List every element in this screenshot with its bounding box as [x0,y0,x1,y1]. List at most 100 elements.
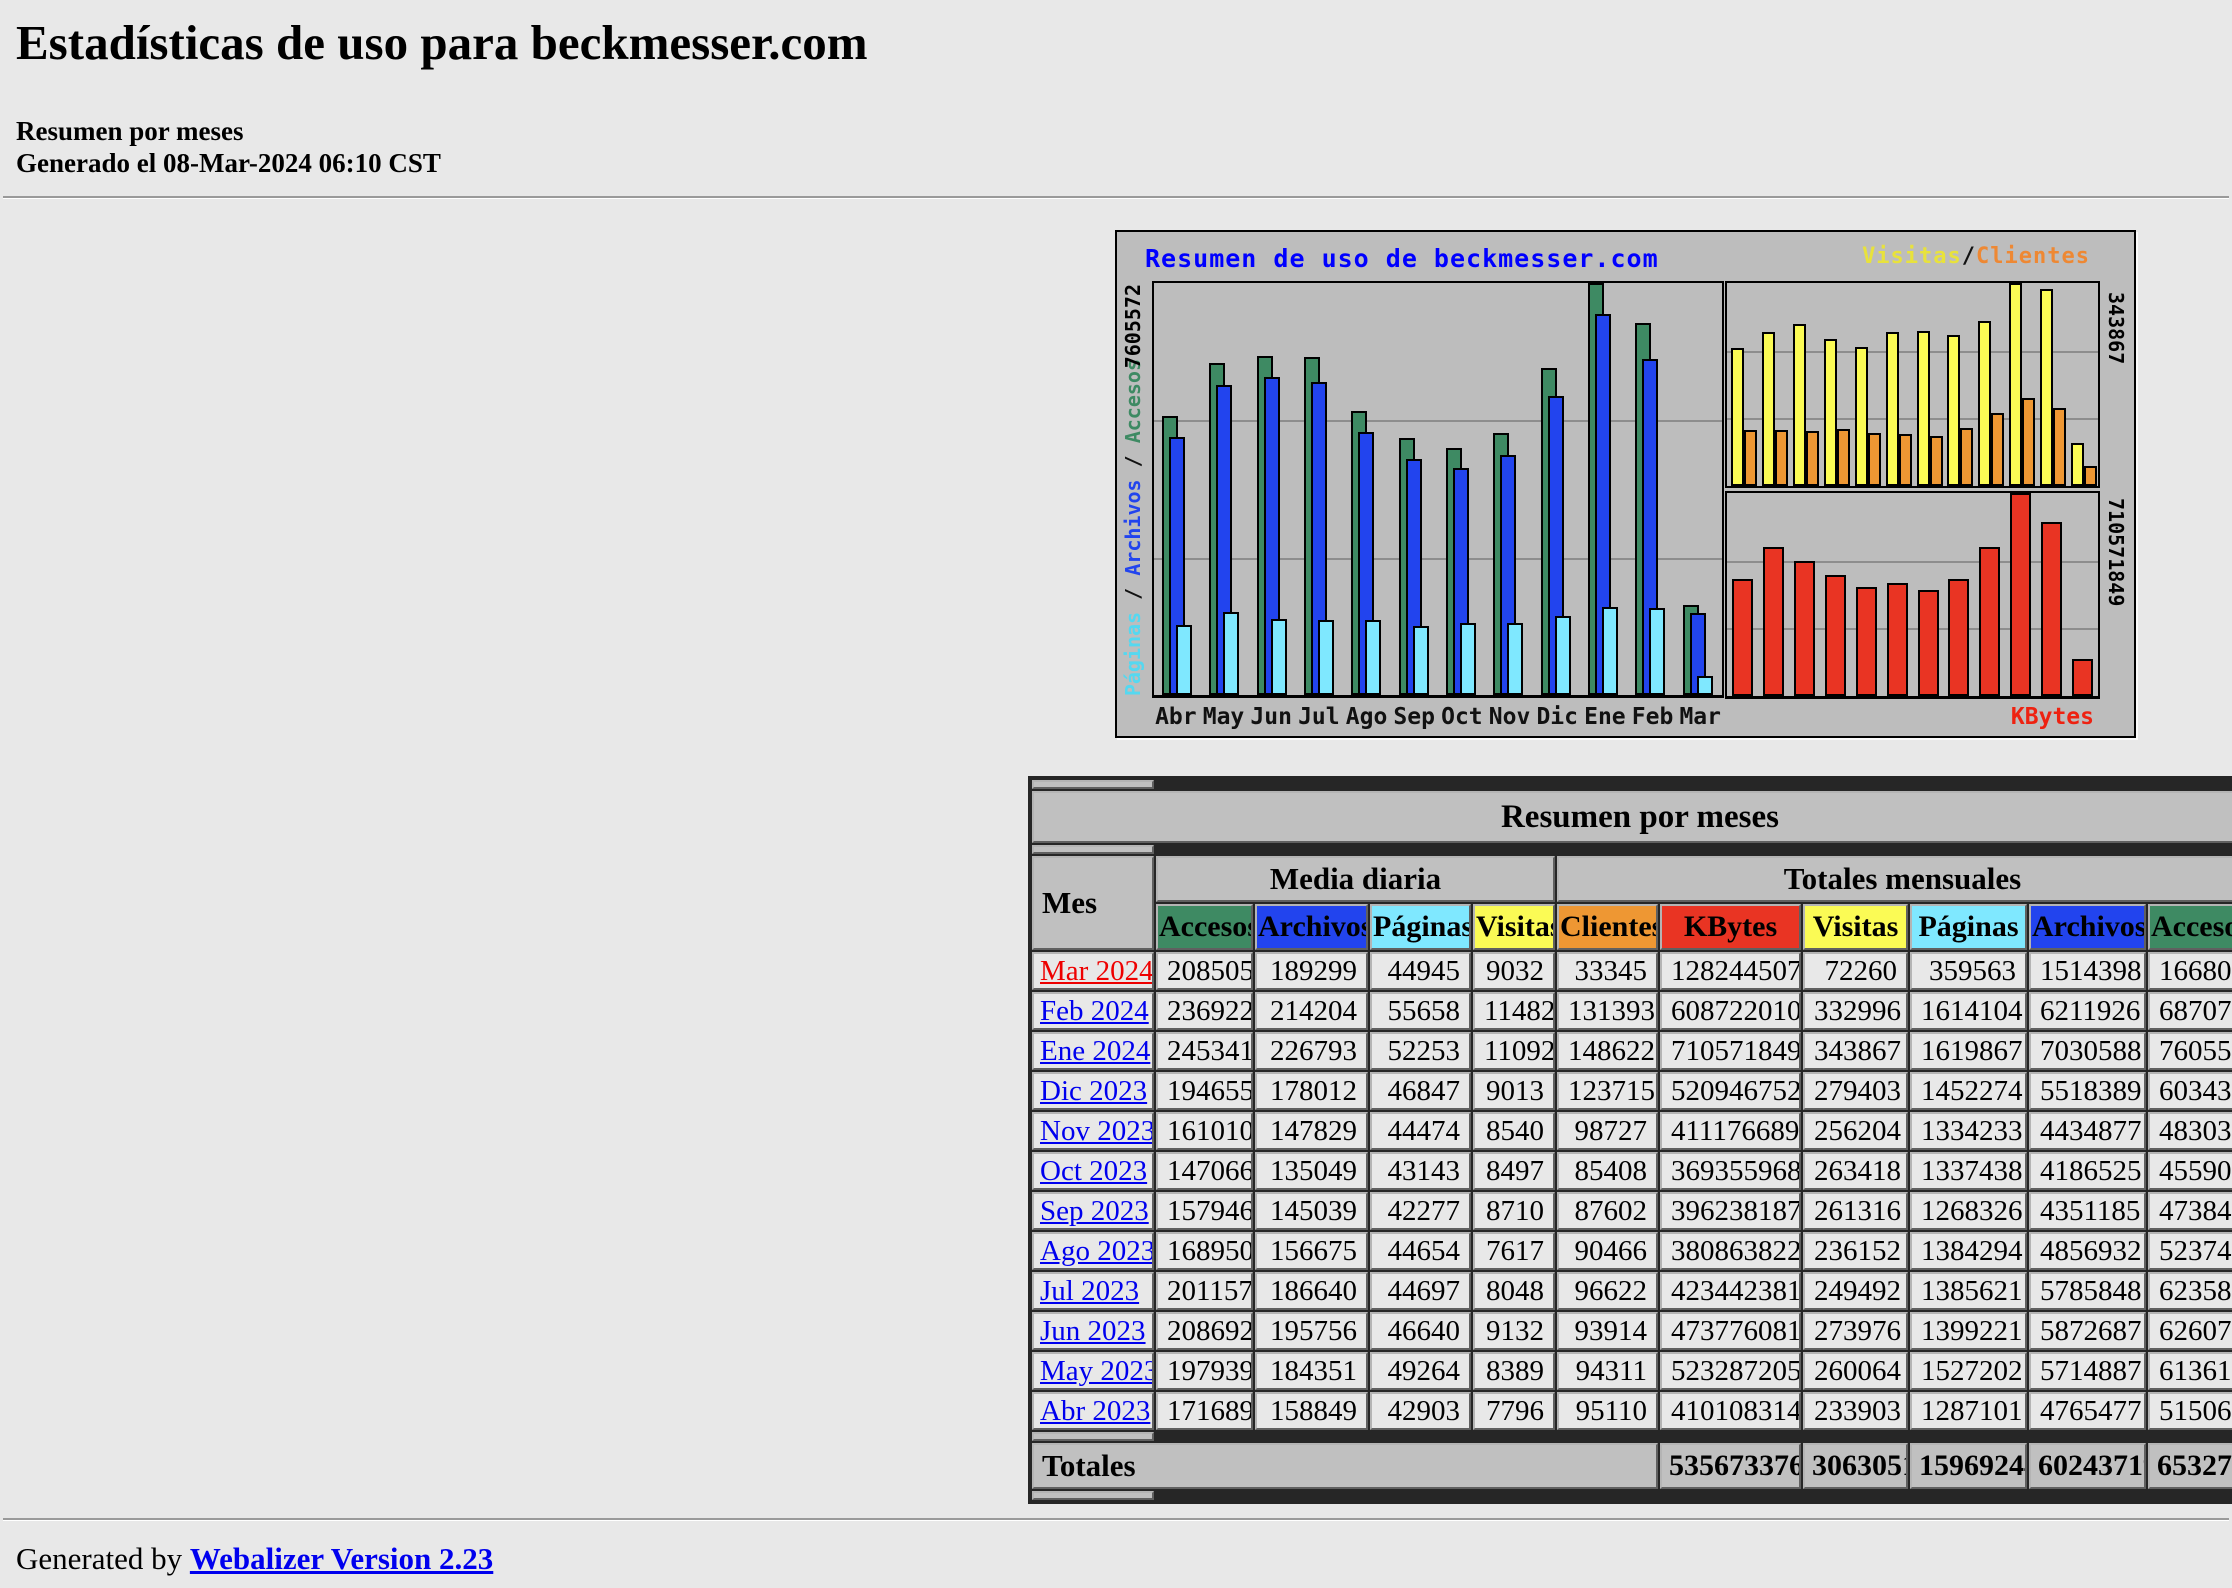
bar-clientes [1960,428,1973,486]
cell-visitas: 332996 [1803,992,1908,1030]
column-header-archivos: Archivos [2029,904,2146,950]
cell-páginas: 1268326 [1910,1192,2027,1230]
cell-visitas: 236152 [1803,1232,1908,1270]
month-link[interactable]: Dic 2023 [1040,1075,1147,1107]
cell-kbytes: 128244507 [1660,952,1801,990]
cell-accesos: 6136115 [2148,1352,2232,1390]
bar-kbytes [1794,561,1815,696]
cell-visitas: 343867 [1803,1032,1908,1070]
month-link[interactable]: Mar 2024 [1040,955,1154,987]
cell-visitas: 273976 [1803,1312,1908,1350]
bar-paginas [1365,620,1381,695]
cell-páginas: 42277 [1370,1192,1471,1230]
cell-visitas: 7796 [1473,1392,1555,1430]
table-row: Ago 202316895015667544654761790466380863… [1032,1232,2232,1270]
cell-kbytes: 411176689 [1660,1112,1801,1150]
month-tick-label: May [1200,704,1248,730]
report-meta: Resumen por meses Generado el 08-Mar-202… [16,115,2216,180]
bar-clientes [1868,433,1881,486]
cell-visitas: 8048 [1473,1272,1555,1310]
cell-accesos: 201157 [1156,1272,1253,1310]
cell-accesos: 157946 [1156,1192,1253,1230]
month-tick-label: Dic [1533,704,1581,730]
cell-páginas: 44945 [1370,952,1471,990]
cell-visitas: 9032 [1473,952,1555,990]
month-link[interactable]: Abr 2023 [1040,1395,1150,1427]
month-link[interactable]: Sep 2023 [1040,1195,1149,1227]
bar-visitas [1793,324,1806,486]
cell-páginas: 1619867 [1910,1032,2027,1070]
bottom-divider [3,1518,2229,1521]
cell-clientes: 90466 [1557,1232,1658,1270]
column-header-visitas: Visitas [1803,904,1908,950]
cell-kbytes: 608722010 [1660,992,1801,1030]
cell-archivos: 4186525 [2029,1152,2146,1190]
column-header-archivos: Archivos [1255,904,1368,950]
month-link[interactable]: Ene 2024 [1040,1035,1150,1067]
cell-archivos: 4351185 [2029,1192,2146,1230]
webalizer-version-link[interactable]: Webalizer Version 2.23 [190,1541,493,1576]
cell-páginas: 1399221 [1910,1312,2027,1350]
usage-summary-graph: Resumen de uso de beckmesser.com Visitas… [1115,230,2136,738]
month-tick-label: Sep [1390,704,1438,730]
cell-archivos: 156675 [1255,1232,1368,1270]
cell-accesos: 197939 [1156,1352,1253,1390]
group-header-totales-mensuales: Totales mensuales [1557,856,2232,902]
month-link[interactable]: Oct 2023 [1040,1155,1147,1187]
group-header-media-diaria: Media diaria [1156,856,1555,902]
month-link[interactable]: Feb 2024 [1040,995,1149,1027]
right-top-axis-max: 343867 [2104,292,2128,364]
table-row: May 202319793918435149264838994311523287… [1032,1352,2232,1390]
bar-visitas [1947,335,1960,486]
cell-visitas: 8389 [1473,1352,1555,1390]
bar-kbytes [1825,575,1846,696]
month-link[interactable]: May 2023 [1040,1355,1154,1387]
axis-paginas-label: Páginas [1121,612,1145,696]
bar-clientes [1991,413,2004,486]
cell-páginas: 1384294 [1910,1232,2027,1270]
cell-páginas: 1527202 [1910,1352,2027,1390]
bar-kbytes [1918,590,1939,696]
month-tick-label: Feb [1629,704,1677,730]
bar-kbytes [2010,493,2031,696]
bar-clientes [1744,430,1757,486]
cell-visitas: 260064 [1803,1352,1908,1390]
generated-timestamp: Generado el 08-Mar-2024 06:10 CST [16,147,2216,179]
cell-accesos: 1668041 [2148,952,2232,990]
column-header-kbytes: KBytes [1660,904,1801,950]
monthly-summary-table: Resumen por meses Mes Media diaria Total… [1028,776,2225,1504]
cell-páginas: 1614104 [1910,992,2027,1030]
cell-páginas: 1287101 [1910,1392,2027,1430]
bar-visitas [1855,347,1868,486]
cell-visitas: 8497 [1473,1152,1555,1190]
totals-label: Totales [1032,1443,1658,1489]
cell-accesos: 194655 [1156,1072,1253,1110]
column-header-accesos: Accesos [2148,904,2232,950]
month-link[interactable]: Jun 2023 [1040,1315,1146,1347]
cell-archivos: 4856932 [2029,1232,2146,1270]
bar-clientes [1930,436,1943,486]
cell-accesos: 208692 [1156,1312,1253,1350]
left-axis-label: Páginas / Archivos / Accesos [1121,359,1145,696]
month-tick-label: Oct [1438,704,1486,730]
cell-páginas: 55658 [1370,992,1471,1030]
cell-accesos: 161010 [1156,1112,1253,1150]
cell-páginas: 44474 [1370,1112,1471,1150]
month-tick-label: Abr [1152,704,1200,730]
month-link[interactable]: Jul 2023 [1040,1275,1139,1307]
cell-visitas: 233903 [1803,1392,1908,1430]
cell-accesos: 147066 [1156,1152,1253,1190]
table-row: Jul 202320115718664044697804896622423442… [1032,1272,2232,1310]
month-link[interactable]: Ago 2023 [1040,1235,1154,1267]
cell-visitas: 249492 [1803,1272,1908,1310]
month-tick-label: Mar [1676,704,1724,730]
legend-visitas: Visitas [1862,244,1962,269]
cell-archivos: 7030588 [2029,1032,2146,1070]
cell-visitas: 256204 [1803,1112,1908,1150]
cell-clientes: 94311 [1557,1352,1658,1390]
bar-visitas [1824,339,1837,486]
month-tick-label: Jul [1295,704,1343,730]
bar-kbytes [1856,587,1877,696]
cell-visitas: 9132 [1473,1312,1555,1350]
month-link[interactable]: Nov 2023 [1040,1115,1154,1147]
